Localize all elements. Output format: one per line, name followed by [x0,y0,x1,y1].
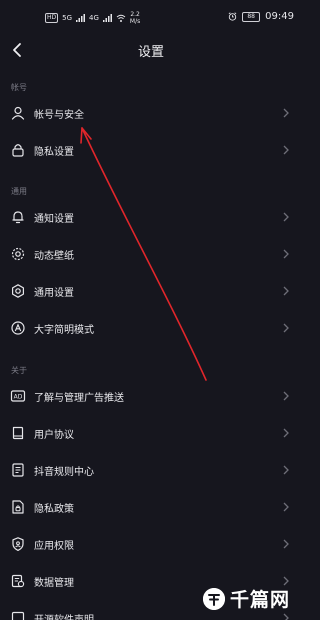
gear-icon [10,283,26,299]
lock-icon [10,142,26,158]
header: 设置 [0,34,302,66]
wallpaper-icon [10,246,26,262]
svg-text:AD: AD [14,394,23,401]
watermark-logo-icon [202,587,225,610]
speed-value: 2.2 [130,11,140,18]
signal-icon [76,14,86,22]
chevron-right-icon [282,248,290,260]
network-speed: 2.2 M/s [130,11,140,25]
chevron-right-icon [282,464,290,476]
book-icon [10,425,26,441]
hd-indicator: HD [45,13,59,23]
bell-icon [10,209,26,225]
ad-icon: AD [10,388,26,404]
settings-row-ad-management[interactable]: AD 了解与管理广告推送 [0,378,302,414]
alarm-icon [228,12,237,21]
settings-row-user-agreement[interactable]: 用户协议 [0,415,302,451]
status-right: 88 09:49 [228,11,294,22]
row-label: 隐私政策 [34,504,74,515]
signal-icon-2 [102,14,112,22]
wifi-icon [116,14,126,22]
row-label: 应用权限 [34,541,74,552]
row-label: 用户协议 [34,430,74,441]
watermark-text: 千篇网 [229,589,290,611]
document-icon [10,462,26,478]
settings-row-live-wallpaper[interactable]: 动态壁纸 [0,236,302,272]
large-text-icon [10,320,26,336]
settings-row-privacy-policy[interactable]: 隐私政策 [0,489,302,525]
chevron-right-icon [282,427,290,439]
user-icon [10,105,26,121]
chevron-right-icon [282,144,290,156]
chevron-right-icon [282,211,290,223]
chevron-right-icon [282,538,290,550]
open-source-icon [10,610,26,620]
section-label-about: 关于 [11,366,27,375]
section-label-general: 通用 [11,187,27,196]
chevron-right-icon [282,107,290,119]
settings-row-large-text-mode[interactable]: 大字简明模式 [0,310,302,346]
chevron-right-icon [282,285,290,297]
chevron-right-icon [282,390,290,402]
row-label: 大字简明模式 [34,325,94,336]
status-left: HD 5G 4G 2.2 M/s [45,11,140,25]
row-label: 数据管理 [34,578,74,589]
privacy-doc-icon [10,499,26,515]
network-5g-label: 5G [62,14,73,22]
clock: 09:49 [265,11,294,22]
page-title: 设置 [137,45,164,60]
chevron-right-icon [282,612,290,620]
row-label: 动态壁纸 [34,251,74,262]
network-4g-label: 4G [89,14,99,22]
row-label: 通知设置 [34,214,74,225]
settings-screen: HD 5G 4G 2.2 M/s 88 09:49 设置 帐号 帐号与安全 隐私… [0,0,302,620]
row-label: 了解与管理广告推送 [34,393,124,404]
battery-indicator: 88 [242,11,261,22]
settings-row-general[interactable]: 通用设置 [0,273,302,309]
watermark: 千篇网 [202,585,290,612]
chevron-right-icon [282,501,290,513]
settings-row-rules-center[interactable]: 抖音规则中心 [0,452,302,488]
settings-row-account-security[interactable]: 帐号与安全 [0,95,302,131]
settings-row-privacy[interactable]: 隐私设置 [0,132,302,168]
settings-row-app-permissions[interactable]: 应用权限 [0,526,302,562]
row-label: 帐号与安全 [34,110,84,121]
chevron-right-icon [282,322,290,334]
data-icon [10,573,26,589]
row-label: 抖音规则中心 [34,467,94,478]
settings-row-notifications[interactable]: 通知设置 [0,199,302,235]
row-label: 隐私设置 [34,147,74,158]
speed-unit: M/s [129,18,141,25]
shield-icon [10,536,26,552]
row-label: 开源软件声明 [34,611,94,620]
status-bar: HD 5G 4G 2.2 M/s 88 09:49 [0,0,302,30]
section-label-account: 帐号 [11,83,27,92]
row-label: 通用设置 [34,288,74,299]
